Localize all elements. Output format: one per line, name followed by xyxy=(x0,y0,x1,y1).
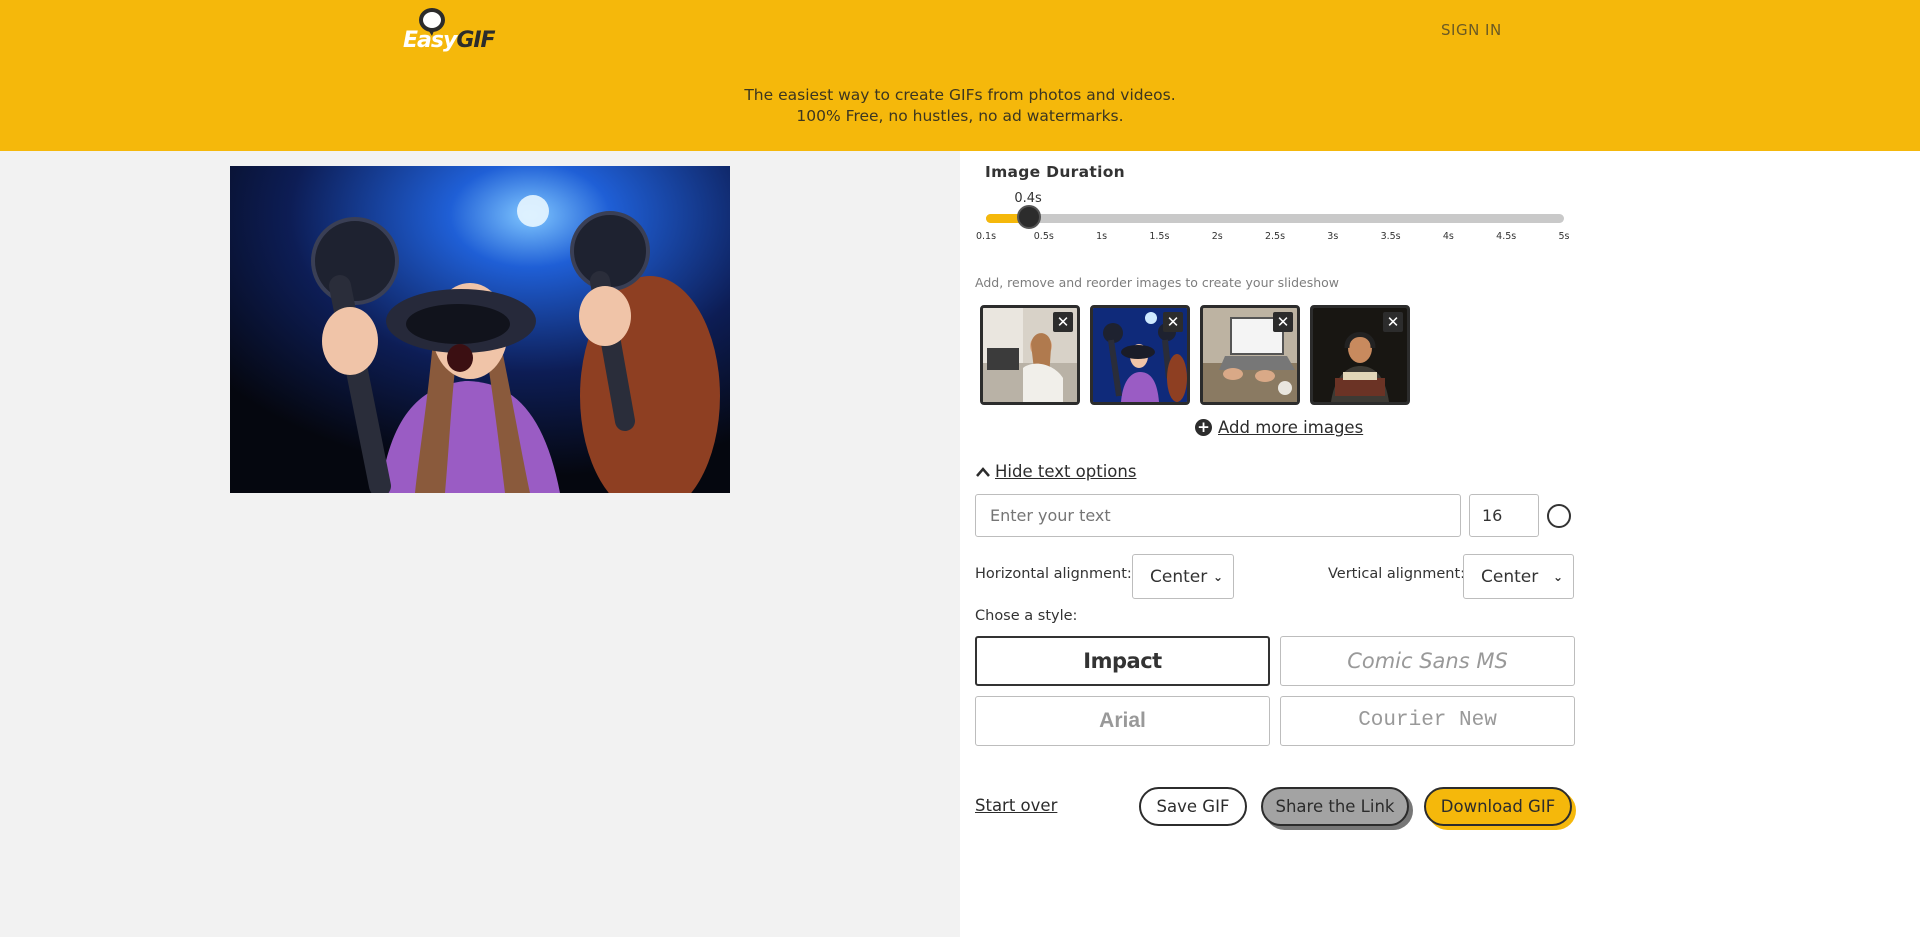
style-option-arial[interactable]: Arial xyxy=(975,696,1270,746)
chevron-down-icon: ⌄ xyxy=(1212,569,1223,584)
duration-tick-label: 3s xyxy=(1327,231,1339,242)
vertical-alignment-label: Vertical alignment: xyxy=(1328,566,1466,582)
font-size-input[interactable] xyxy=(1469,494,1539,537)
header-bar: EasyGIF SIGN IN The easiest way to creat… xyxy=(0,0,1920,151)
remove-image-icon[interactable]: ✕ xyxy=(1383,312,1403,332)
duration-tick-label: 0.5s xyxy=(1033,231,1054,242)
vertical-alignment-select[interactable]: Center ⌄ xyxy=(1463,554,1574,599)
duration-tick-label: 2s xyxy=(1211,231,1223,242)
plus-circle-icon: + xyxy=(1195,419,1212,436)
download-gif-button[interactable]: Download GIF xyxy=(1424,787,1572,826)
chevron-down-icon: ⌄ xyxy=(1552,569,1563,584)
caption-text-input[interactable] xyxy=(975,494,1461,537)
horizontal-alignment-select[interactable]: Center ⌄ xyxy=(1132,554,1234,599)
slide-thumbnail[interactable]: ✕ xyxy=(1200,305,1300,405)
horizontal-alignment-value: Center xyxy=(1150,566,1208,587)
image-duration-title: Image Duration xyxy=(985,163,1125,181)
duration-tick-label: 4.5s xyxy=(1496,231,1517,242)
remove-image-icon[interactable]: ✕ xyxy=(1163,312,1183,332)
duration-value-label: 0.4s xyxy=(1014,191,1042,206)
slide-thumbnail[interactable]: ✕ xyxy=(980,305,1080,405)
add-more-images-button[interactable]: + Add more images xyxy=(1195,418,1363,437)
hide-text-options-label: Hide text options xyxy=(995,462,1137,481)
duration-tick-label: 0.1s xyxy=(975,231,997,242)
easygif-logo[interactable]: EasyGIF xyxy=(403,8,496,54)
remove-image-icon[interactable]: ✕ xyxy=(1053,312,1073,332)
text-color-picker[interactable] xyxy=(1547,504,1571,528)
sign-in-link[interactable]: SIGN IN xyxy=(1441,21,1502,39)
remove-image-icon[interactable]: ✕ xyxy=(1273,312,1293,332)
duration-tick-label: 1s xyxy=(1096,231,1108,242)
tagline: The easiest way to create GIFs from phot… xyxy=(0,85,1920,127)
duration-tick-label: 4s xyxy=(1442,231,1454,242)
start-over-link[interactable]: Start over xyxy=(975,796,1057,815)
duration-slider-track[interactable] xyxy=(986,214,1564,223)
slide-thumbnail[interactable]: ✕ xyxy=(1310,305,1410,405)
logo-wordmark: EasyGIF xyxy=(403,28,496,53)
save-gif-button[interactable]: Save GIF xyxy=(1139,787,1247,826)
duration-tick-label: 5s xyxy=(1558,231,1570,242)
style-label: Chose a style: xyxy=(975,608,1078,624)
vertical-alignment-value: Center xyxy=(1481,566,1539,587)
chevron-up-icon xyxy=(976,466,990,477)
tagline-line-1: The easiest way to create GIFs from phot… xyxy=(744,86,1176,104)
tagline-line-2: 100% Free, no hustles, no ad watermarks. xyxy=(796,107,1124,125)
style-option-comic-sans[interactable]: Comic Sans MS xyxy=(1280,636,1575,686)
slide-thumbnail[interactable]: ✕ xyxy=(1090,305,1190,405)
duration-tick-label: 3.5s xyxy=(1380,231,1401,242)
slideshow-hint: Add, remove and reorder images to create… xyxy=(975,275,1340,290)
style-option-impact[interactable]: Impact xyxy=(975,636,1270,686)
style-option-courier-new[interactable]: Courier New xyxy=(1280,696,1575,746)
hide-text-options-toggle[interactable]: Hide text options xyxy=(975,462,1136,481)
horizontal-alignment-label: Horizontal alignment: xyxy=(975,566,1132,582)
gif-preview-image xyxy=(230,166,730,493)
share-link-button[interactable]: Share the Link xyxy=(1261,787,1409,826)
add-more-images-label: Add more images xyxy=(1218,418,1364,437)
duration-tick-label: 2.5s xyxy=(1264,231,1286,242)
duration-tick-label: 1.5s xyxy=(1149,231,1170,242)
